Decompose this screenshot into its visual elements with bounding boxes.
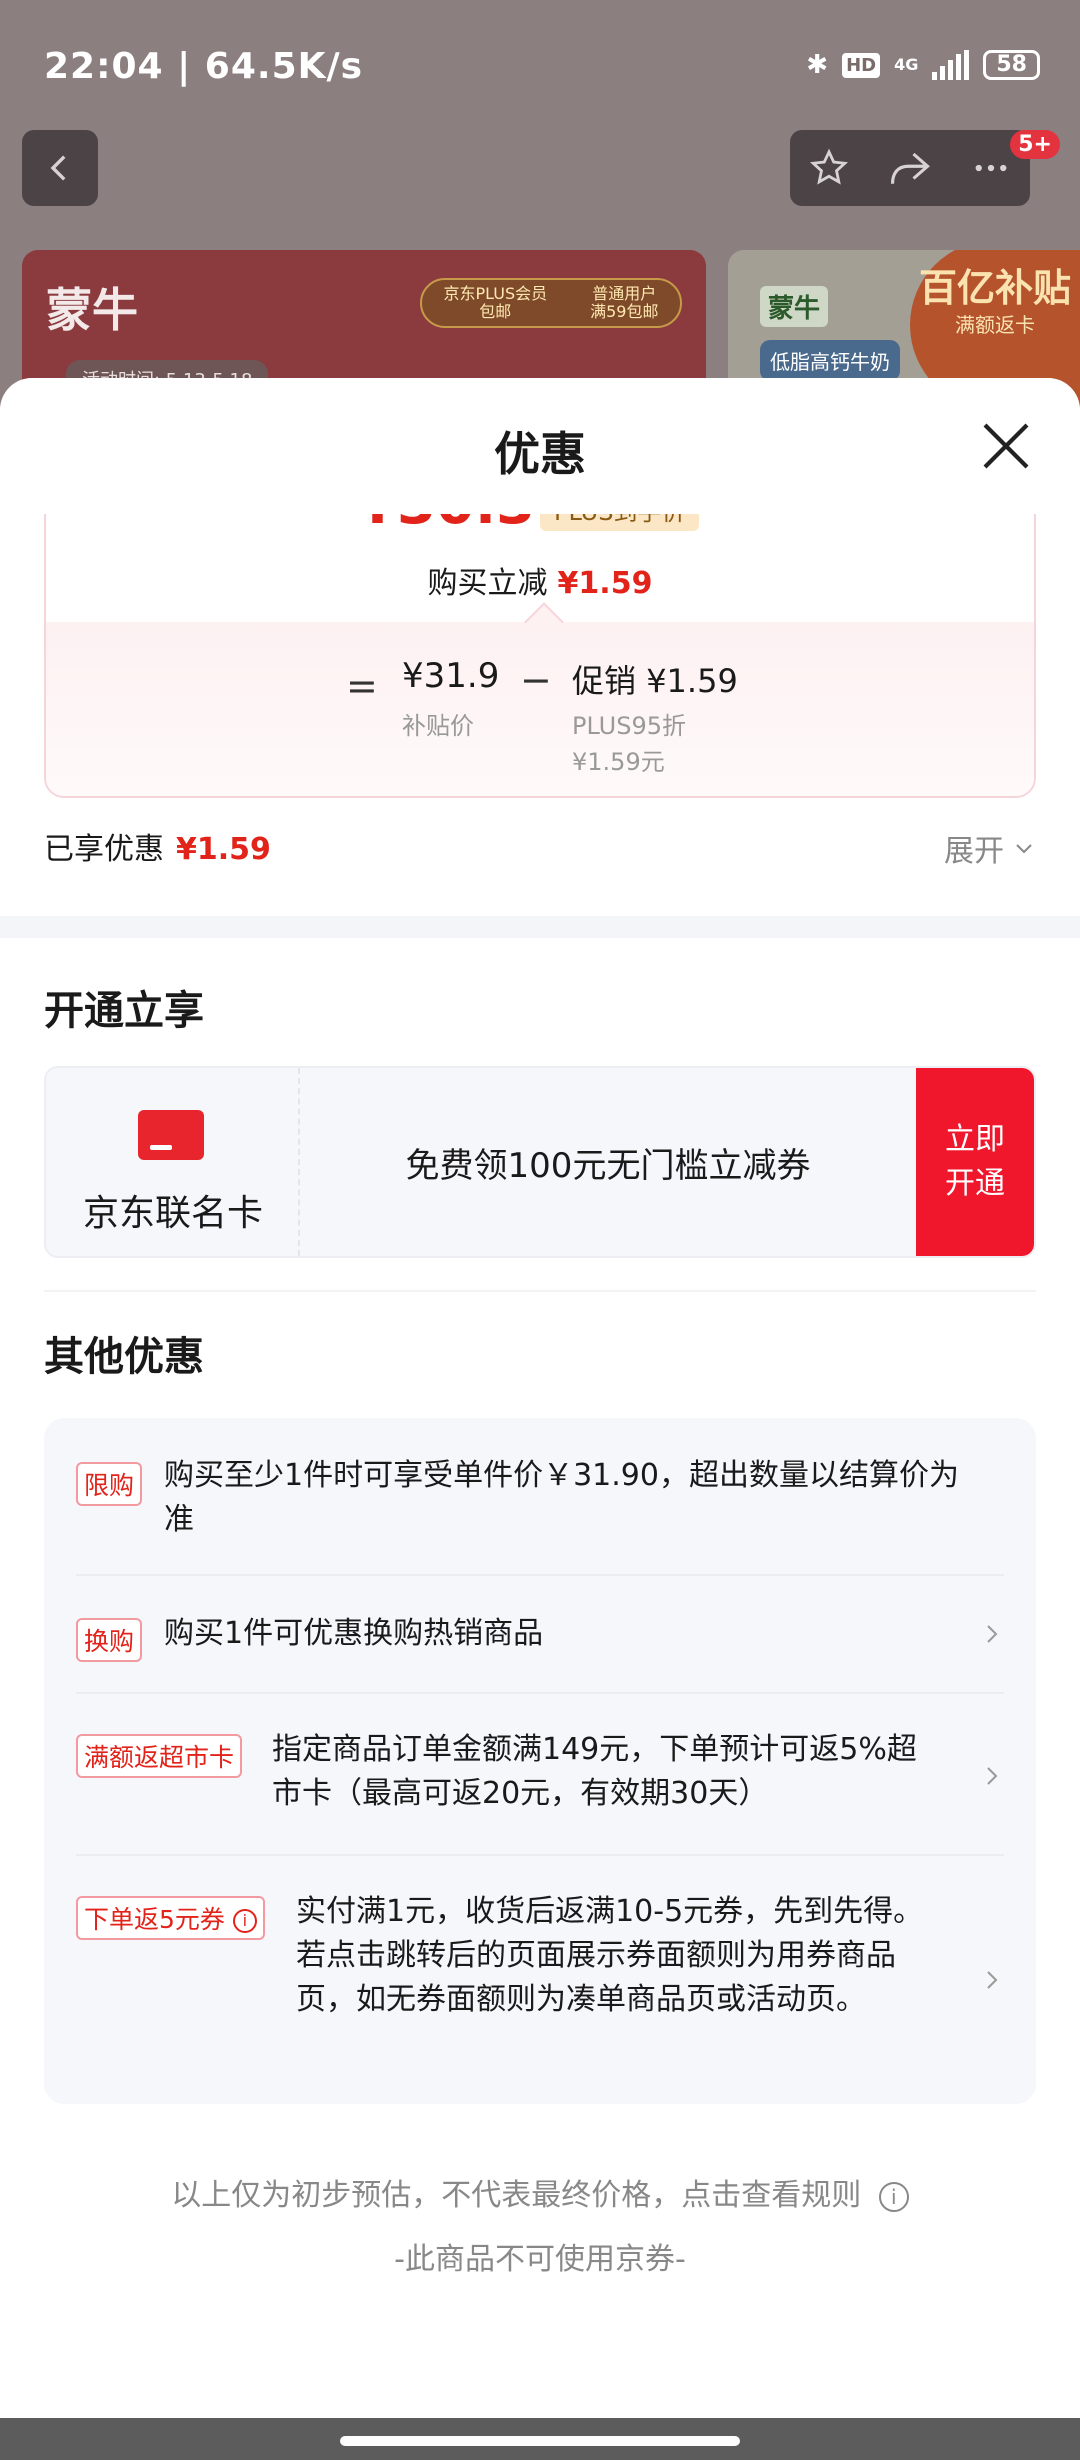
promo-label: 促销 bbox=[572, 662, 637, 700]
list-item-cashback-card[interactable]: 满额返超市卡 指定商品订单金额满149元，下单预计可返5%超市卡（最高可返20元… bbox=[76, 1694, 1004, 1856]
tag-exchange: 换购 bbox=[76, 1618, 143, 1662]
other-section-title: 其他优惠 bbox=[44, 1334, 204, 1380]
enjoyed-discount: 已享优惠 ¥1.59 bbox=[44, 824, 271, 868]
bluetooth-icon: ✱ bbox=[806, 50, 829, 80]
order-coupon-tag-label: 下单返5元券 bbox=[84, 1905, 225, 1934]
subsidy-subtitle: 满额返卡 bbox=[955, 313, 1035, 337]
chevron-right-icon bbox=[987, 1971, 998, 1989]
subsidy-price: ¥31.9 bbox=[402, 656, 500, 696]
chevron-right-icon bbox=[987, 1767, 998, 1785]
card-name: 京东联名卡 bbox=[82, 1193, 263, 1234]
chevron-right-icon bbox=[987, 1625, 998, 1643]
purchase-reduce-line: 购买立减 ¥1.59 bbox=[46, 558, 1034, 602]
open-now-label: 立即开通 bbox=[945, 1122, 1005, 1201]
card-info: 京东联名卡 bbox=[46, 1068, 300, 1256]
milk-label: 低脂高钙牛奶 bbox=[760, 340, 900, 381]
status-time: 22:04 | 64.5K/s bbox=[44, 46, 364, 87]
signal-icon bbox=[932, 50, 970, 80]
more-icon[interactable] bbox=[970, 147, 1012, 189]
equals-sign: = bbox=[346, 664, 378, 708]
breakdown-area bbox=[46, 622, 1034, 796]
info-icon[interactable]: i bbox=[878, 2181, 909, 2212]
plus-member-benefit: 包邮 bbox=[479, 302, 512, 321]
exchange-text: 购买1件可优惠换购热销商品 bbox=[164, 1616, 544, 1651]
plus95-value: ¥1.59元 bbox=[572, 748, 665, 776]
status-bar: 22:04 | 64.5K/s ✱ HD 4G 58 bbox=[0, 0, 1080, 130]
expand-label: 展开 bbox=[944, 834, 1004, 869]
reduce-label: 购买立减 bbox=[427, 566, 548, 601]
tag-limit: 限购 bbox=[76, 1462, 143, 1506]
co-brand-card-offer[interactable]: 京东联名卡 免费领100元无门槛立减券 立即开通 bbox=[44, 1066, 1036, 1258]
reduce-value: ¥1.59 bbox=[557, 566, 653, 601]
tag-order-coupon: 下单返5元券 i bbox=[76, 1896, 265, 1940]
expand-button[interactable]: 展开 bbox=[944, 826, 1036, 870]
hd-icon: HD bbox=[842, 52, 881, 78]
other-discounts-list: 限购 购买至少1件时可享受单件价￥31.90，超出数量以结算价为准 换购 购买1… bbox=[44, 1418, 1036, 2104]
discount-sheet: ¥30.31 PLUS到手价 购买立减¥1.59 = ¥31.9 补贴价 − 促… bbox=[0, 378, 1080, 2418]
home-indicator[interactable] bbox=[340, 2436, 740, 2446]
subsidy-title: 百亿补贴 bbox=[918, 266, 1071, 310]
close-icon[interactable] bbox=[978, 418, 1034, 474]
limit-text: 购买至少1件时可享受单件价￥31.90，超出数量以结算价为准 bbox=[164, 1458, 959, 1537]
thin-divider bbox=[44, 1290, 1036, 1292]
battery-icon: 58 bbox=[983, 50, 1040, 80]
promo-value: ¥1.59 bbox=[646, 662, 738, 700]
list-item-exchange[interactable]: 换购 购买1件可优惠换购热销商品 bbox=[76, 1576, 1004, 1694]
chevron-down-icon bbox=[1016, 844, 1032, 854]
coupon-note: -此商品不可使用京券- bbox=[394, 2242, 686, 2277]
share-icon[interactable] bbox=[887, 147, 933, 189]
brand-logo-2: 蒙牛 bbox=[760, 286, 829, 327]
subsidy-price-label: 补贴价 bbox=[402, 712, 474, 740]
shipping-pill: 京东PLUS会员 包邮 普通用户 满59包邮 bbox=[420, 278, 682, 328]
order-coupon-text: 实付满1元，收货后返满10-5元券，先到先得。若点击跳转后的页面展示券面额则为用… bbox=[296, 1894, 924, 2017]
status-icons: ✱ HD 4G 58 bbox=[806, 50, 1040, 80]
normal-user-benefit: 满59包邮 bbox=[590, 302, 659, 321]
open-section-title: 开通立享 bbox=[44, 988, 204, 1034]
brand-logo: 蒙牛 bbox=[46, 283, 138, 337]
credit-card-icon bbox=[138, 1110, 204, 1160]
open-now-button[interactable]: 立即开通 bbox=[916, 1068, 1034, 1256]
estimate-note[interactable]: 以上仅为初步预估，不代表最终价格，点击查看规则 i bbox=[0, 2170, 1080, 2214]
list-item-order-coupon[interactable]: 下单返5元券 i 实付满1元，收货后返满10-5元券，先到先得。若点击跳转后的页… bbox=[76, 1856, 1004, 2104]
message-badge: 5+ bbox=[1010, 130, 1060, 159]
chevron-left-icon bbox=[50, 155, 66, 181]
background-page: 22:04 | 64.5K/s ✱ HD 4G 58 5+ 蒙牛 京东PLUS会… bbox=[0, 0, 1080, 440]
sheet-header: 优惠 bbox=[0, 378, 1080, 514]
section-divider bbox=[0, 916, 1080, 938]
enjoyed-label: 已享优惠 bbox=[44, 832, 164, 867]
tag-cashback-card: 满额返超市卡 bbox=[76, 1734, 243, 1778]
sheet-title: 优惠 bbox=[494, 427, 586, 481]
nav-actions bbox=[790, 130, 1030, 206]
network-label: 4G bbox=[894, 55, 919, 74]
normal-user-label: 普通用户 bbox=[592, 284, 657, 303]
info-icon[interactable]: i bbox=[232, 1909, 257, 1933]
minus-sign: − bbox=[520, 658, 552, 702]
promo-line: 促销 ¥1.59 bbox=[572, 656, 738, 702]
card-offer-text: 免费领100元无门槛立减券 bbox=[405, 1145, 811, 1186]
star-icon[interactable] bbox=[808, 147, 850, 189]
back-button[interactable] bbox=[22, 130, 98, 206]
list-item-limit: 限购 购买至少1件时可享受单件价￥31.90，超出数量以结算价为准 bbox=[76, 1418, 1004, 1576]
estimate-note-text: 以上仅为初步预估，不代表最终价格，点击查看规则 bbox=[171, 2178, 862, 2213]
plus-member-label: 京东PLUS会员 bbox=[443, 284, 548, 303]
plus95-label: PLUS95折 bbox=[572, 712, 686, 740]
cashback-card-text: 指定商品订单金额满149元，下单预计可返5%超市卡（最高可返20元，有效期30天… bbox=[272, 1732, 917, 1811]
enjoyed-value: ¥1.59 bbox=[176, 832, 271, 867]
